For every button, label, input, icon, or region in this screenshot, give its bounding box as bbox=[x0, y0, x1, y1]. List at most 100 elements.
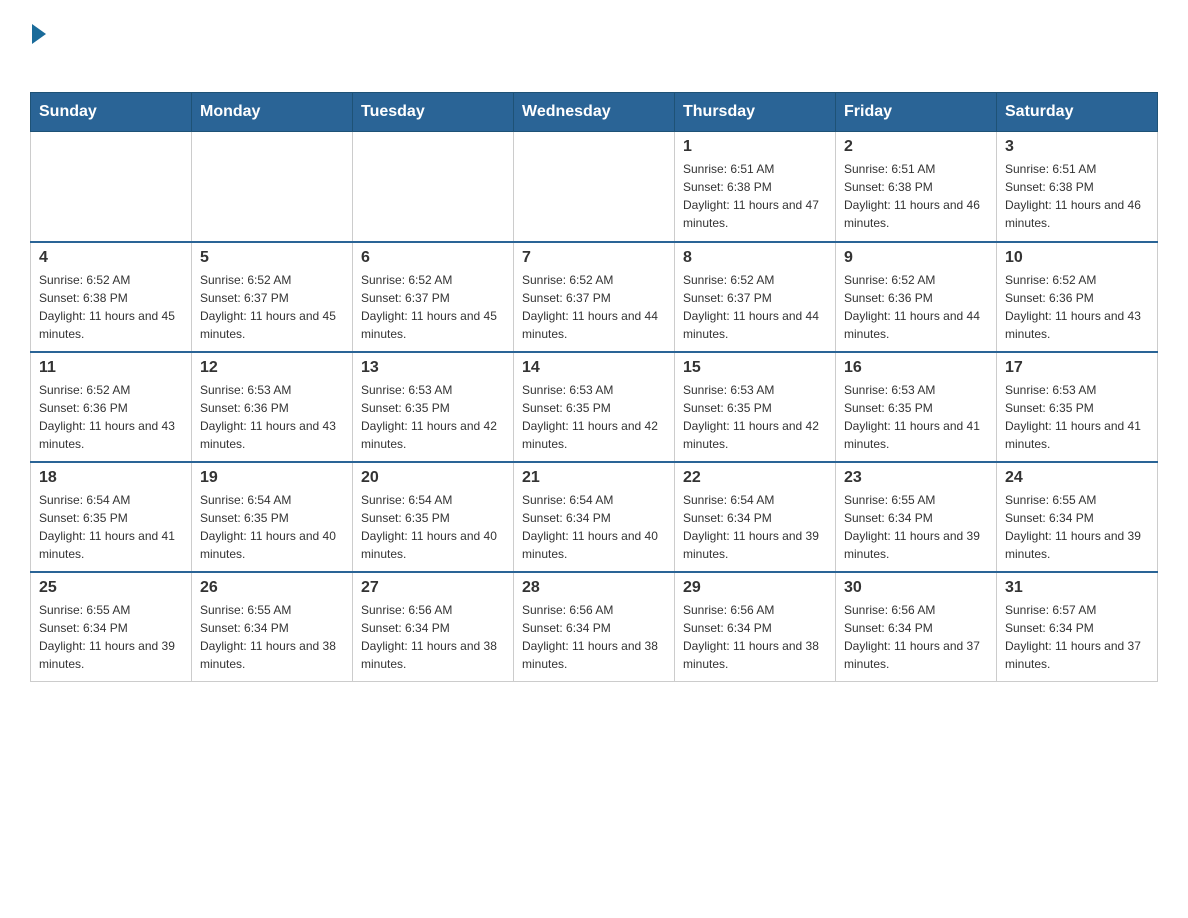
day-number: 10 bbox=[1005, 249, 1149, 267]
calendar-cell: 10 Sunrise: 6:52 AMSunset: 6:36 PMDayligh… bbox=[997, 242, 1158, 352]
day-info: Sunrise: 6:54 AMSunset: 6:34 PMDaylight:… bbox=[683, 491, 827, 563]
day-number: 14 bbox=[522, 359, 666, 377]
day-number: 28 bbox=[522, 579, 666, 597]
day-number: 5 bbox=[200, 249, 344, 267]
day-info: Sunrise: 6:52 AMSunset: 6:37 PMDaylight:… bbox=[683, 271, 827, 343]
calendar-cell: 21 Sunrise: 6:54 AMSunset: 6:34 PMDayligh… bbox=[514, 462, 675, 572]
day-info: Sunrise: 6:55 AMSunset: 6:34 PMDaylight:… bbox=[844, 491, 988, 563]
calendar-cell: 28 Sunrise: 6:56 AMSunset: 6:34 PMDayligh… bbox=[514, 572, 675, 682]
day-info: Sunrise: 6:53 AMSunset: 6:35 PMDaylight:… bbox=[683, 381, 827, 453]
calendar-table: SundayMondayTuesdayWednesdayThursdayFrid… bbox=[30, 92, 1158, 682]
calendar-cell: 3 Sunrise: 6:51 AMSunset: 6:38 PMDaylight… bbox=[997, 132, 1158, 242]
page-header: General bbox=[30, 20, 1158, 72]
day-number: 20 bbox=[361, 469, 505, 487]
day-info: Sunrise: 6:51 AMSunset: 6:38 PMDaylight:… bbox=[683, 160, 827, 232]
day-info: Sunrise: 6:56 AMSunset: 6:34 PMDaylight:… bbox=[844, 601, 988, 673]
day-info: Sunrise: 6:51 AMSunset: 6:38 PMDaylight:… bbox=[1005, 160, 1149, 232]
day-number: 22 bbox=[683, 469, 827, 487]
calendar-cell: 16Sunrise: 6:53 AMSunset: 6:35 PMDayligh… bbox=[836, 352, 997, 462]
day-number: 30 bbox=[844, 579, 988, 597]
calendar-cell bbox=[514, 132, 675, 242]
calendar-cell: 1 Sunrise: 6:51 AMSunset: 6:38 PMDaylight… bbox=[675, 132, 836, 242]
logo: General bbox=[30, 20, 138, 72]
day-number: 8 bbox=[683, 249, 827, 267]
column-header-monday: Monday bbox=[192, 93, 353, 132]
day-info: Sunrise: 6:52 AMSunset: 6:37 PMDaylight:… bbox=[522, 271, 666, 343]
day-number: 31 bbox=[1005, 579, 1149, 597]
calendar-cell: 20 Sunrise: 6:54 AMSunset: 6:35 PMDayligh… bbox=[353, 462, 514, 572]
day-number: 12 bbox=[200, 359, 344, 377]
day-info: Sunrise: 6:52 AMSunset: 6:36 PMDaylight:… bbox=[844, 271, 988, 343]
day-info: Sunrise: 6:52 AMSunset: 6:36 PMDaylight:… bbox=[1005, 271, 1149, 343]
day-number: 13 bbox=[361, 359, 505, 377]
day-number: 3 bbox=[1005, 138, 1149, 156]
day-number: 17 bbox=[1005, 359, 1149, 377]
calendar-cell: 11 Sunrise: 6:52 AMSunset: 6:36 PMDayligh… bbox=[31, 352, 192, 462]
day-number: 23 bbox=[844, 469, 988, 487]
calendar-cell: 6 Sunrise: 6:52 AMSunset: 6:37 PMDaylight… bbox=[353, 242, 514, 352]
day-info: Sunrise: 6:57 AMSunset: 6:34 PMDaylight:… bbox=[1005, 601, 1149, 673]
day-info: Sunrise: 6:53 AMSunset: 6:35 PMDaylight:… bbox=[1005, 381, 1149, 453]
calendar-week-row: 1 Sunrise: 6:51 AMSunset: 6:38 PMDaylight… bbox=[31, 132, 1158, 242]
day-info: Sunrise: 6:53 AMSunset: 6:35 PMDaylight:… bbox=[361, 381, 505, 453]
day-info: Sunrise: 6:55 AMSunset: 6:34 PMDaylight:… bbox=[200, 601, 344, 673]
calendar-cell: 8 Sunrise: 6:52 AMSunset: 6:37 PMDaylight… bbox=[675, 242, 836, 352]
calendar-cell: 14 Sunrise: 6:53 AMSunset: 6:35 PMDayligh… bbox=[514, 352, 675, 462]
day-number: 26 bbox=[200, 579, 344, 597]
day-info: Sunrise: 6:54 AMSunset: 6:35 PMDaylight:… bbox=[200, 491, 344, 563]
day-info: Sunrise: 6:54 AMSunset: 6:34 PMDaylight:… bbox=[522, 491, 666, 563]
day-info: Sunrise: 6:55 AMSunset: 6:34 PMDaylight:… bbox=[1005, 491, 1149, 563]
day-info: Sunrise: 6:52 AMSunset: 6:38 PMDaylight:… bbox=[39, 271, 183, 343]
calendar-cell: 5 Sunrise: 6:52 AMSunset: 6:37 PMDaylight… bbox=[192, 242, 353, 352]
day-number: 25 bbox=[39, 579, 183, 597]
calendar-cell bbox=[192, 132, 353, 242]
day-number: 11 bbox=[39, 359, 183, 377]
calendar-cell: 9Sunrise: 6:52 AMSunset: 6:36 PMDaylight… bbox=[836, 242, 997, 352]
calendar-cell: 27Sunrise: 6:56 AMSunset: 6:34 PMDayligh… bbox=[353, 572, 514, 682]
calendar-header-row: SundayMondayTuesdayWednesdayThursdayFrid… bbox=[31, 93, 1158, 132]
day-info: Sunrise: 6:56 AMSunset: 6:34 PMDaylight:… bbox=[522, 601, 666, 673]
day-number: 4 bbox=[39, 249, 183, 267]
column-header-thursday: Thursday bbox=[675, 93, 836, 132]
day-info: Sunrise: 6:53 AMSunset: 6:35 PMDaylight:… bbox=[522, 381, 666, 453]
day-number: 21 bbox=[522, 469, 666, 487]
calendar-cell: 15 Sunrise: 6:53 AMSunset: 6:35 PMDayligh… bbox=[675, 352, 836, 462]
calendar-cell: 18Sunrise: 6:54 AMSunset: 6:35 PMDayligh… bbox=[31, 462, 192, 572]
day-number: 15 bbox=[683, 359, 827, 377]
day-number: 29 bbox=[683, 579, 827, 597]
calendar-cell: 22 Sunrise: 6:54 AMSunset: 6:34 PMDayligh… bbox=[675, 462, 836, 572]
calendar-week-row: 25 Sunrise: 6:55 AMSunset: 6:34 PMDayligh… bbox=[31, 572, 1158, 682]
day-info: Sunrise: 6:52 AMSunset: 6:37 PMDaylight:… bbox=[200, 271, 344, 343]
day-number: 7 bbox=[522, 249, 666, 267]
calendar-cell bbox=[31, 132, 192, 242]
column-header-wednesday: Wednesday bbox=[514, 93, 675, 132]
day-info: Sunrise: 6:51 AMSunset: 6:38 PMDaylight:… bbox=[844, 160, 988, 232]
calendar-cell: 30 Sunrise: 6:56 AMSunset: 6:34 PMDayligh… bbox=[836, 572, 997, 682]
day-number: 24 bbox=[1005, 469, 1149, 487]
day-info: Sunrise: 6:52 AMSunset: 6:37 PMDaylight:… bbox=[361, 271, 505, 343]
calendar-week-row: 11 Sunrise: 6:52 AMSunset: 6:36 PMDayligh… bbox=[31, 352, 1158, 462]
day-number: 19 bbox=[200, 469, 344, 487]
calendar-cell: 24 Sunrise: 6:55 AMSunset: 6:34 PMDayligh… bbox=[997, 462, 1158, 572]
day-info: Sunrise: 6:56 AMSunset: 6:34 PMDaylight:… bbox=[361, 601, 505, 673]
day-info: Sunrise: 6:54 AMSunset: 6:35 PMDaylight:… bbox=[361, 491, 505, 563]
calendar-cell: 26 Sunrise: 6:55 AMSunset: 6:34 PMDayligh… bbox=[192, 572, 353, 682]
calendar-cell: 2 Sunrise: 6:51 AMSunset: 6:38 PMDaylight… bbox=[836, 132, 997, 242]
day-number: 1 bbox=[683, 138, 827, 156]
day-number: 6 bbox=[361, 249, 505, 267]
day-number: 16 bbox=[844, 359, 988, 377]
day-info: Sunrise: 6:53 AMSunset: 6:36 PMDaylight:… bbox=[200, 381, 344, 453]
day-number: 2 bbox=[844, 138, 988, 156]
calendar-cell: 12 Sunrise: 6:53 AMSunset: 6:36 PMDayligh… bbox=[192, 352, 353, 462]
calendar-cell: 31 Sunrise: 6:57 AMSunset: 6:34 PMDayligh… bbox=[997, 572, 1158, 682]
calendar-cell: 4 Sunrise: 6:52 AMSunset: 6:38 PMDaylight… bbox=[31, 242, 192, 352]
column-header-friday: Friday bbox=[836, 93, 997, 132]
calendar-cell: 13 Sunrise: 6:53 AMSunset: 6:35 PMDayligh… bbox=[353, 352, 514, 462]
calendar-cell: 7 Sunrise: 6:52 AMSunset: 6:37 PMDaylight… bbox=[514, 242, 675, 352]
calendar-cell: 19 Sunrise: 6:54 AMSunset: 6:35 PMDayligh… bbox=[192, 462, 353, 572]
day-info: Sunrise: 6:54 AMSunset: 6:35 PMDaylight:… bbox=[39, 491, 183, 563]
calendar-cell: 17 Sunrise: 6:53 AMSunset: 6:35 PMDayligh… bbox=[997, 352, 1158, 462]
day-info: Sunrise: 6:55 AMSunset: 6:34 PMDaylight:… bbox=[39, 601, 183, 673]
calendar-cell: 29Sunrise: 6:56 AMSunset: 6:34 PMDayligh… bbox=[675, 572, 836, 682]
day-info: Sunrise: 6:52 AMSunset: 6:36 PMDaylight:… bbox=[39, 381, 183, 453]
